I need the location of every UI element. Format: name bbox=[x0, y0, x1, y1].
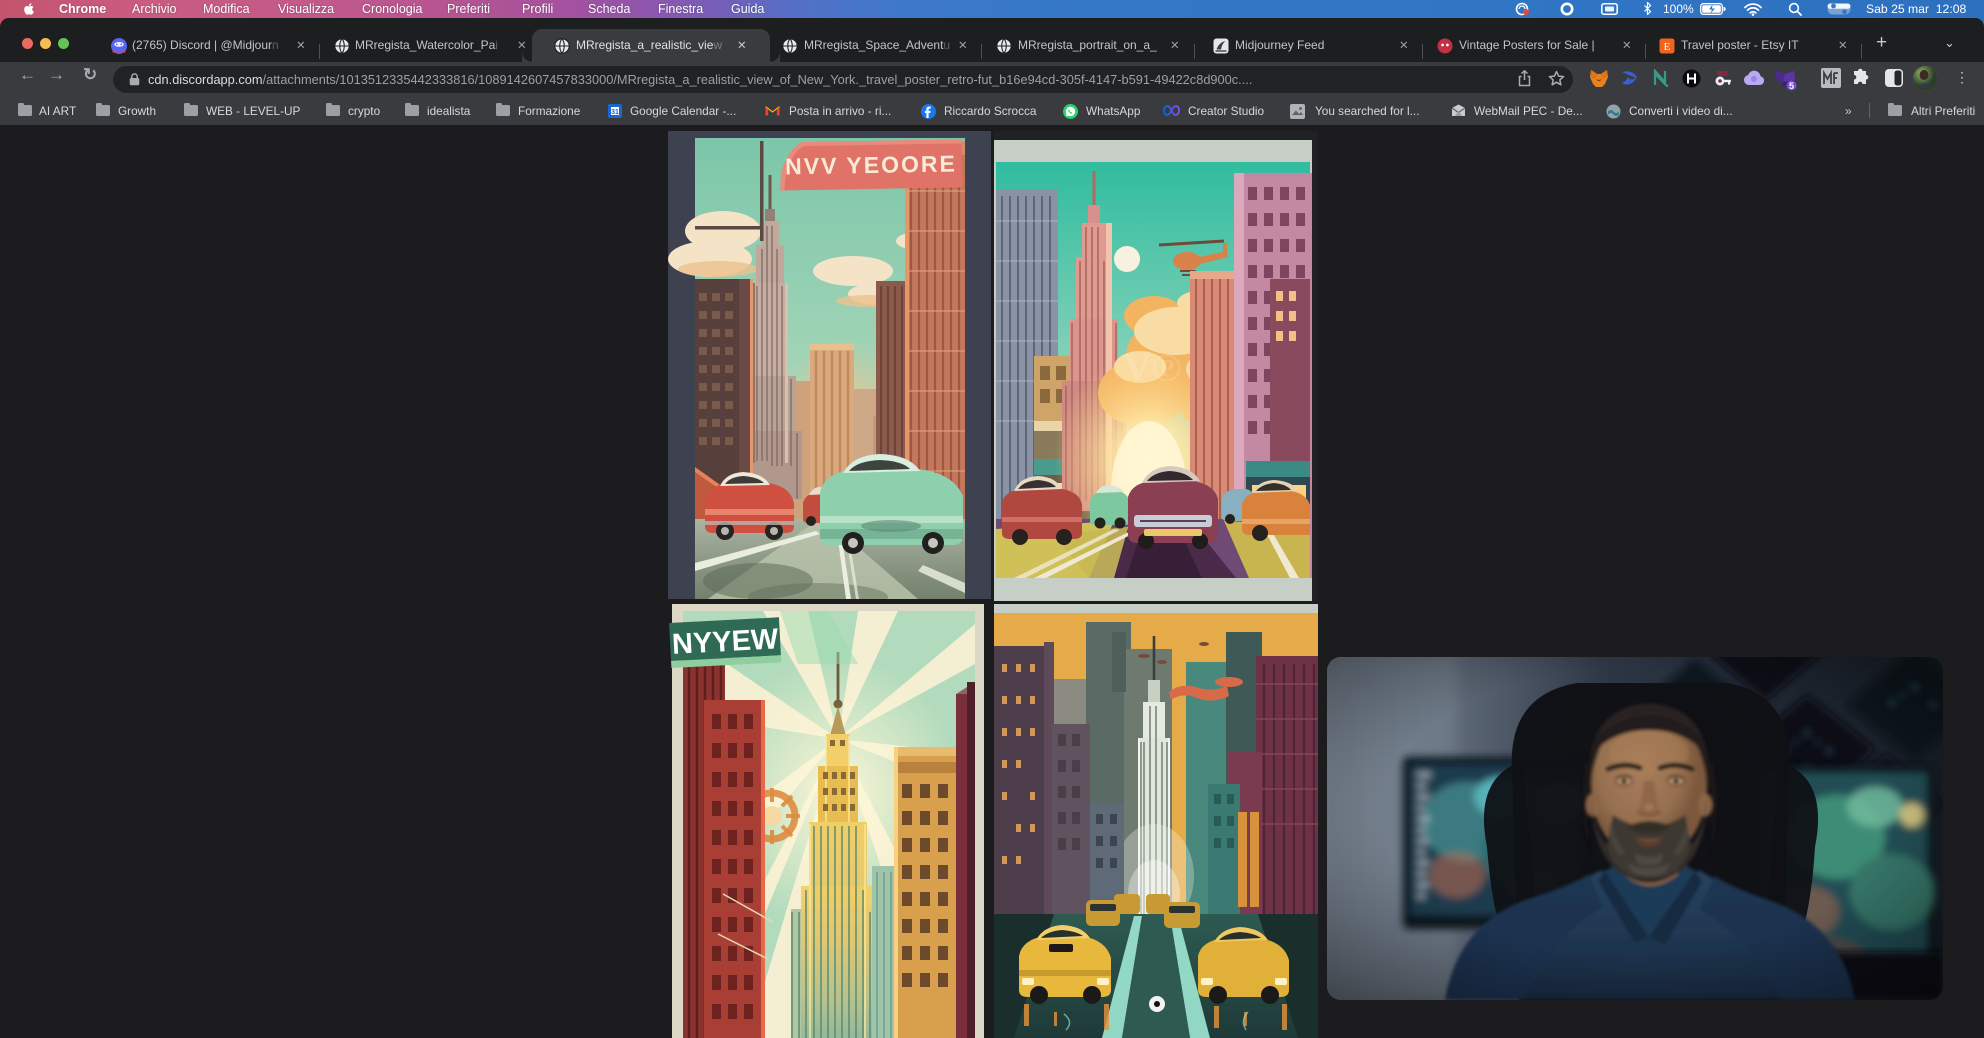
svg-text:5: 5 bbox=[1789, 81, 1794, 91]
svg-text:NVV YEOORE: NVV YEOORE bbox=[785, 150, 957, 179]
svg-text:31: 31 bbox=[611, 109, 619, 116]
svg-text:E: E bbox=[1664, 41, 1671, 53]
svg-text:V℗: V℗ bbox=[1123, 345, 1182, 390]
svg-text:NYYEW: NYYEW bbox=[671, 623, 779, 661]
